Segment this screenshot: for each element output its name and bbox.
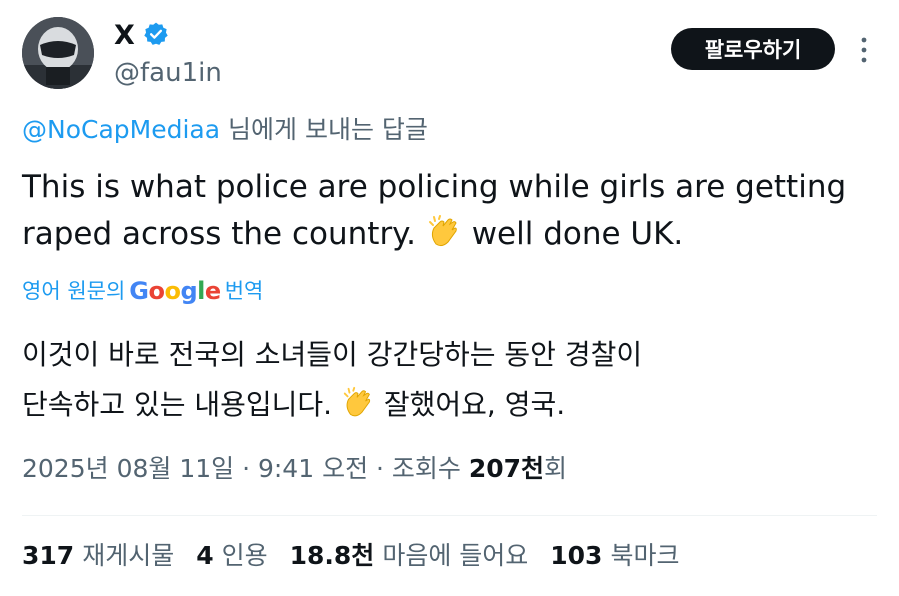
author-handle[interactable]: @fau1in	[114, 57, 222, 89]
reply-context: @NoCapMediaa 님에게 보내는 답글	[22, 114, 428, 146]
stat-label: 북마크	[610, 541, 680, 570]
view-count: 207천	[468, 454, 545, 483]
stat-likes[interactable]: 18.8천 마음에 들어요	[290, 538, 529, 574]
stat-quotes[interactable]: 4 인용	[196, 538, 267, 574]
avatar[interactable]	[22, 17, 94, 89]
translated-line-2-start: 단속하고 있는 내용입니다.	[22, 388, 341, 421]
tweet-datetime[interactable]: 2025년 08월 11일 · 9:41 오전 · 조회수	[22, 454, 469, 483]
follow-button[interactable]: 팔로우하기	[671, 28, 835, 70]
more-vertical-icon[interactable]	[852, 33, 876, 67]
view-suffix: 회	[544, 454, 568, 483]
stat-reposts[interactable]: 317 재게시물	[22, 538, 174, 574]
translation-attribution[interactable]: 영어 원문의 Google 번역	[22, 275, 263, 307]
clapping-hands-emoji	[341, 386, 375, 436]
author-name-row: X	[114, 20, 169, 52]
tweet-line-2-start: raped across the country.	[22, 216, 426, 252]
stat-count: 4	[196, 541, 214, 570]
translated-line-1: 이것이 바로 전국의 소녀들이 강간당하는 동안 경찰이	[22, 338, 643, 371]
divider	[22, 515, 877, 516]
stat-count: 18.8천	[289, 541, 375, 570]
tweet-meta: 2025년 08월 11일 · 9:41 오전 · 조회수 207천회	[22, 451, 567, 487]
reply-mention-link[interactable]: @NoCapMediaa	[22, 115, 220, 144]
translated-text: 이것이 바로 전국의 소녀들이 강간당하는 동안 경찰이 단속하고 있는 내용입…	[22, 330, 882, 436]
stat-label: 마음에 들어요	[382, 541, 529, 570]
stat-bookmarks[interactable]: 103 북마크	[550, 538, 679, 574]
reply-suffix: 님에게 보내는 답글	[220, 115, 428, 144]
translation-suffix: 번역	[224, 279, 264, 303]
verified-badge-icon	[143, 21, 169, 51]
tweet-text: This is what police are policing while g…	[22, 164, 892, 264]
stat-count: 103	[550, 541, 603, 570]
stat-label: 인용	[221, 541, 268, 570]
translation-prefix: 영어 원문의	[22, 279, 126, 303]
tweet-line-2-end: well done UK.	[471, 216, 684, 252]
author-name[interactable]: X	[114, 20, 135, 52]
translated-line-2: 단속하고 있는 내용입니다. 잘했어요, 영국.	[22, 380, 882, 436]
stat-count: 317	[22, 541, 75, 570]
tweet-line-1: This is what police are policing while g…	[22, 169, 847, 205]
translated-line-2-end: 잘했어요, 영국.	[383, 388, 566, 421]
tweet-line-2: raped across the country. well done UK.	[22, 211, 892, 264]
clapping-hands-emoji	[426, 214, 462, 264]
stat-label: 재게시물	[82, 541, 175, 570]
engagement-stats: 317 재게시물 4 인용 18.8천 마음에 들어요 103 북마크	[22, 538, 701, 574]
google-logo: Google	[129, 277, 221, 305]
